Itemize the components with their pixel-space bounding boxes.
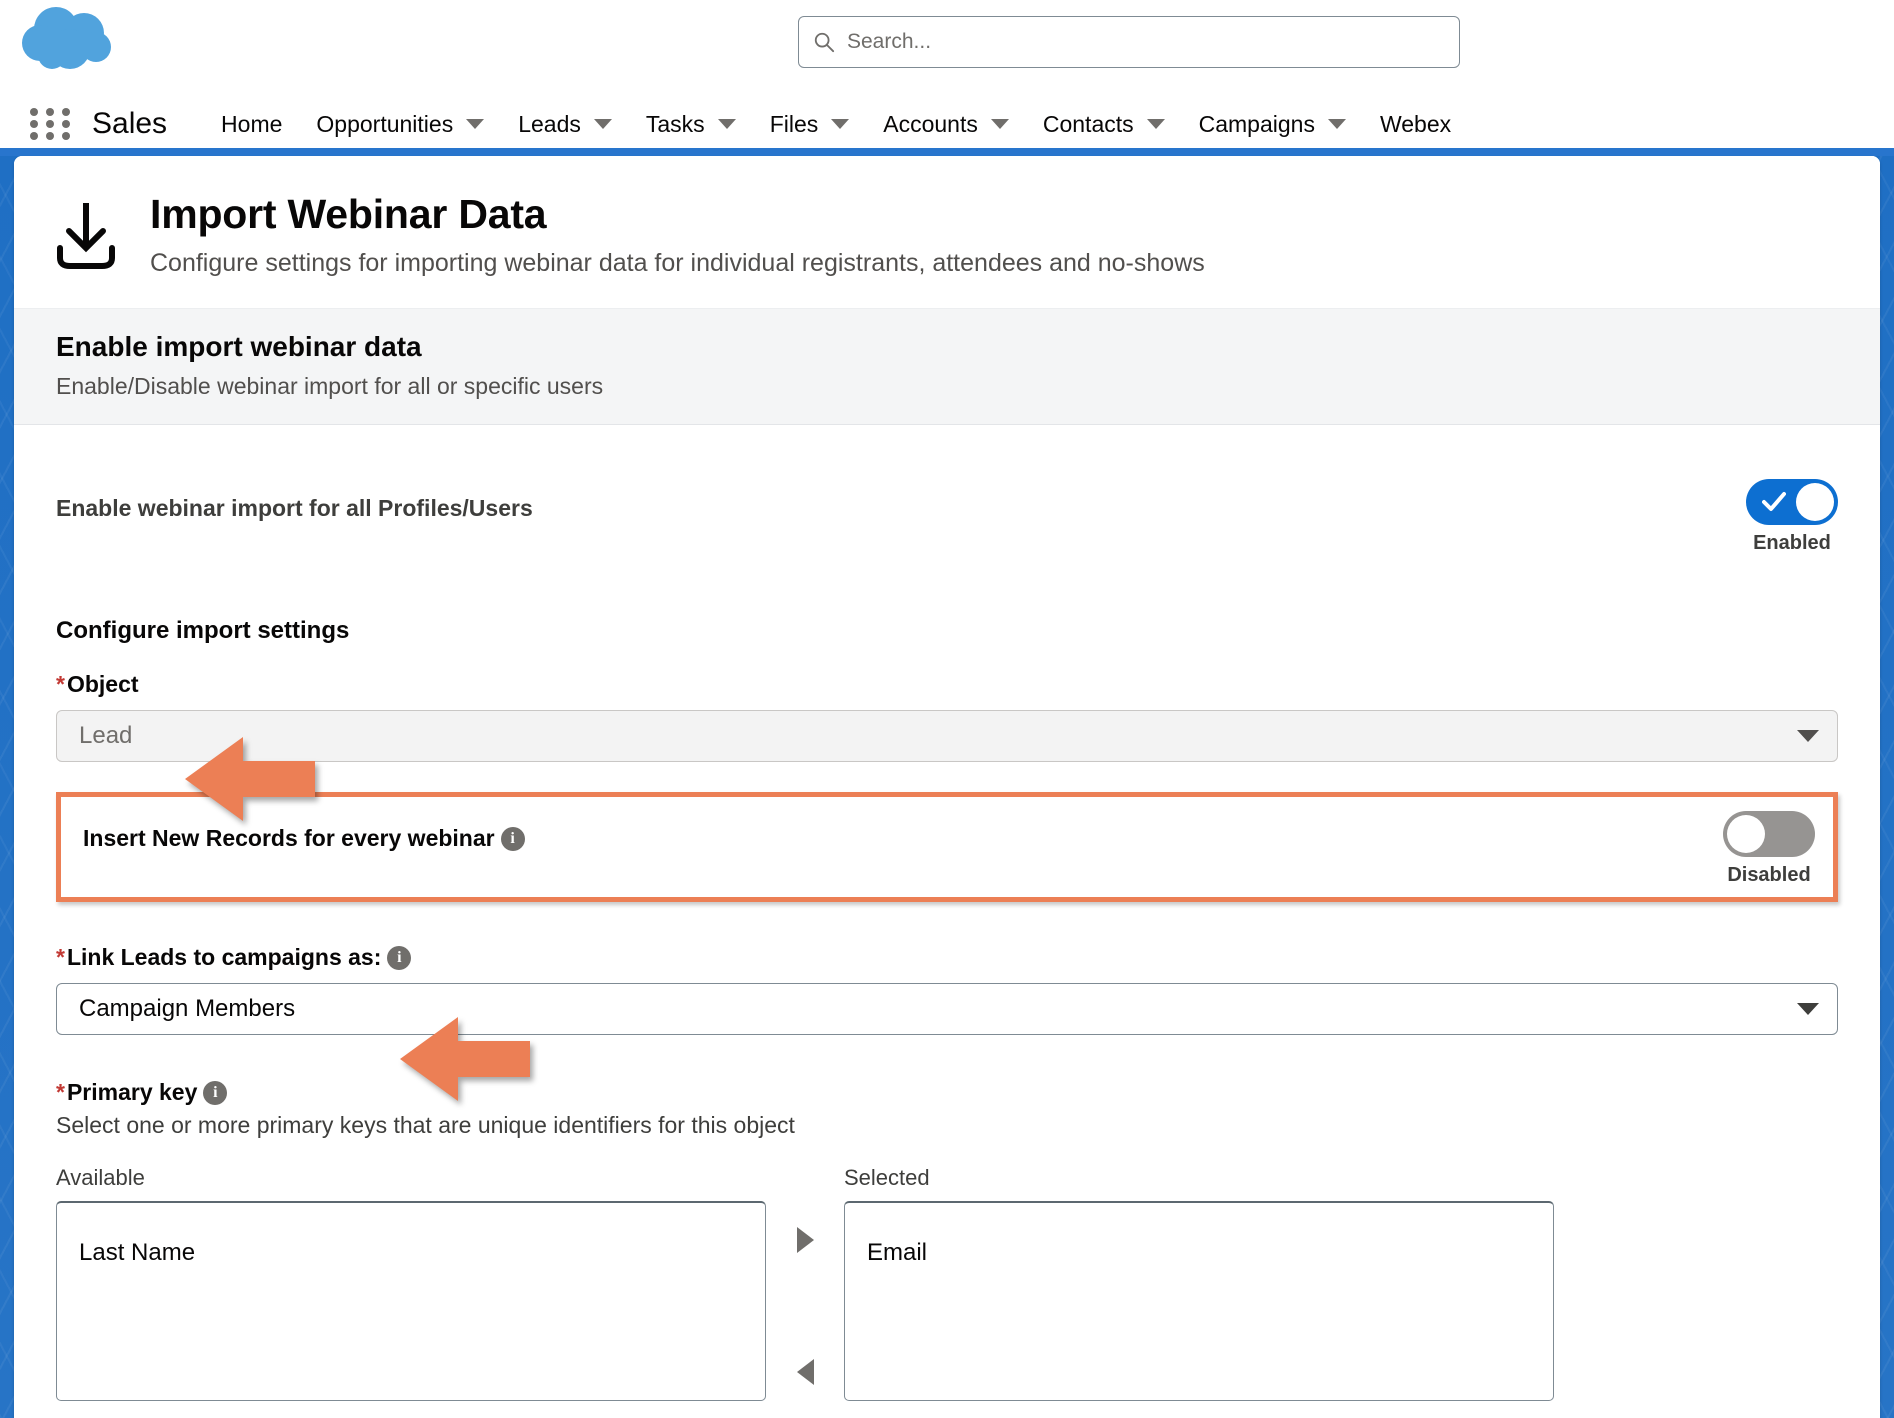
- object-field-label: * Object: [56, 671, 1838, 698]
- required-asterisk: *: [56, 671, 65, 698]
- chevron-down-icon[interactable]: [593, 119, 612, 129]
- toggle-switch-on[interactable]: [1746, 479, 1838, 526]
- available-listbox[interactable]: Last Name: [56, 1201, 766, 1402]
- search-input[interactable]: [847, 30, 1445, 54]
- link-leads-select[interactable]: Campaign Members: [56, 983, 1838, 1036]
- page-header: Import Webinar Data Configure settings f…: [14, 156, 1880, 309]
- chevron-down-icon[interactable]: [1797, 1003, 1819, 1016]
- info-icon[interactable]: i: [500, 826, 525, 851]
- import-webinar-data-card: Import Webinar Data Configure settings f…: [14, 156, 1880, 1418]
- selected-column: Selected Email: [844, 1165, 1554, 1402]
- settings-form: Enable webinar import for all Profiles/U…: [14, 425, 1880, 1402]
- chevron-down-icon[interactable]: [466, 119, 485, 129]
- triangle-left-icon[interactable]: [796, 1359, 814, 1386]
- nav-item-opportunities[interactable]: Opportunities: [314, 107, 486, 142]
- nav-item-campaigns[interactable]: Campaigns: [1197, 107, 1348, 142]
- insert-new-records-row: Insert New Records for every webinar i D…: [56, 792, 1838, 903]
- nav-item-label: Opportunities: [316, 110, 454, 137]
- nav-item-contacts[interactable]: Contacts: [1041, 107, 1167, 142]
- object-label-text: Object: [66, 671, 139, 698]
- primary-key-description: Select one or more primary keys that are…: [56, 1112, 795, 1139]
- primary-key-dual-listbox: Available Last Name Selected Email: [56, 1165, 1838, 1402]
- move-buttons-column: [766, 1165, 844, 1397]
- chevron-down-icon[interactable]: [1146, 119, 1165, 129]
- link-leads-field-group: * Link Leads to campaigns as: i Campaign…: [56, 944, 1838, 1036]
- primary-key-label: * Primary key i: [56, 1079, 1838, 1106]
- selected-caption: Selected: [844, 1165, 930, 1191]
- nav-item-home[interactable]: Home: [219, 107, 284, 142]
- toggle-switch-off[interactable]: [1723, 811, 1815, 858]
- nav-item-webex[interactable]: Webex: [1378, 107, 1453, 142]
- app-name-label[interactable]: Sales: [92, 107, 167, 141]
- chevron-down-icon[interactable]: [831, 119, 850, 129]
- link-leads-select-value: Campaign Members: [79, 995, 296, 1023]
- toggle-knob: [1727, 815, 1765, 854]
- checkmark-icon: [1762, 492, 1786, 512]
- nav-item-accounts[interactable]: Accounts: [881, 107, 1011, 142]
- enable-all-users-label: Enable webinar import for all Profiles/U…: [56, 495, 533, 522]
- search-icon: [814, 32, 835, 53]
- primary-key-label-text: Primary key: [66, 1079, 198, 1106]
- primary-key-group: * Primary key i Select one or more prima…: [56, 1079, 1838, 1402]
- chevron-down-icon[interactable]: [1797, 730, 1819, 743]
- object-select[interactable]: Lead: [56, 710, 1838, 763]
- app-launcher-grid-icon[interactable]: [30, 108, 74, 140]
- global-header: [0, 0, 1894, 100]
- info-icon[interactable]: i: [387, 945, 412, 970]
- nav-item-label: Webex: [1379, 110, 1452, 137]
- available-column: Available Last Name: [56, 1165, 766, 1402]
- insert-new-records-text: Insert New Records for every webinar: [83, 825, 495, 852]
- object-field-group: * Object Lead: [56, 671, 1838, 763]
- insert-new-records-toggle[interactable]: Disabled: [1723, 811, 1815, 887]
- required-asterisk: *: [56, 1079, 65, 1106]
- info-icon[interactable]: i: [203, 1080, 228, 1105]
- chevron-down-icon[interactable]: [717, 119, 736, 129]
- section-header-band: Enable import webinar data Enable/Disabl…: [14, 308, 1880, 426]
- nav-item-label: Files: [769, 110, 819, 137]
- configure-settings-heading: Configure import settings: [56, 617, 350, 645]
- nav-item-label: Leads: [518, 110, 581, 137]
- available-caption: Available: [56, 1165, 145, 1191]
- nav-item-leads[interactable]: Leads: [516, 107, 614, 142]
- nav-item-label: Contacts: [1042, 110, 1134, 137]
- triangle-right-icon[interactable]: [796, 1227, 814, 1254]
- app-navigation-bar: Sales Home Opportunities Leads Tasks Fil…: [0, 100, 1894, 148]
- nav-item-label: Accounts: [883, 110, 978, 137]
- insert-new-records-label: Insert New Records for every webinar i: [83, 811, 525, 852]
- global-search-box[interactable]: [798, 16, 1460, 68]
- list-item[interactable]: Email: [867, 1235, 1553, 1271]
- section-description: Enable/Disable webinar import for all or…: [56, 373, 604, 400]
- nav-item-label: Home: [221, 110, 283, 137]
- chevron-down-icon[interactable]: [1327, 119, 1346, 129]
- nav-item-files[interactable]: Files: [768, 107, 852, 142]
- section-heading: Enable import webinar data: [56, 331, 422, 363]
- nav-item-label: Tasks: [645, 110, 705, 137]
- toggle-state-label: Enabled: [1753, 532, 1831, 555]
- download-tray-icon: [57, 203, 115, 269]
- link-leads-label-text: Link Leads to campaigns as:: [66, 944, 382, 971]
- nav-item-label: Campaigns: [1198, 110, 1315, 137]
- themed-page-background: Import Webinar Data Configure settings f…: [0, 148, 1894, 1418]
- nav-item-tasks[interactable]: Tasks: [644, 107, 738, 142]
- page-title: Import Webinar Data: [150, 191, 547, 237]
- object-select-value: Lead: [79, 722, 133, 750]
- enable-all-users-toggle[interactable]: Enabled: [1746, 479, 1838, 555]
- link-leads-field-label: * Link Leads to campaigns as: i: [56, 944, 1838, 971]
- toggle-knob: [1796, 483, 1834, 522]
- selected-listbox[interactable]: Email: [844, 1201, 1554, 1402]
- page-subtitle: Configure settings for importing webinar…: [150, 249, 1205, 278]
- chevron-down-icon[interactable]: [990, 119, 1009, 129]
- required-asterisk: *: [56, 944, 65, 971]
- enable-all-users-row: Enable webinar import for all Profiles/U…: [56, 425, 1838, 555]
- toggle-state-label: Disabled: [1727, 864, 1811, 887]
- salesforce-cloud-logo[interactable]: [18, 5, 126, 77]
- list-item[interactable]: Last Name: [79, 1235, 765, 1271]
